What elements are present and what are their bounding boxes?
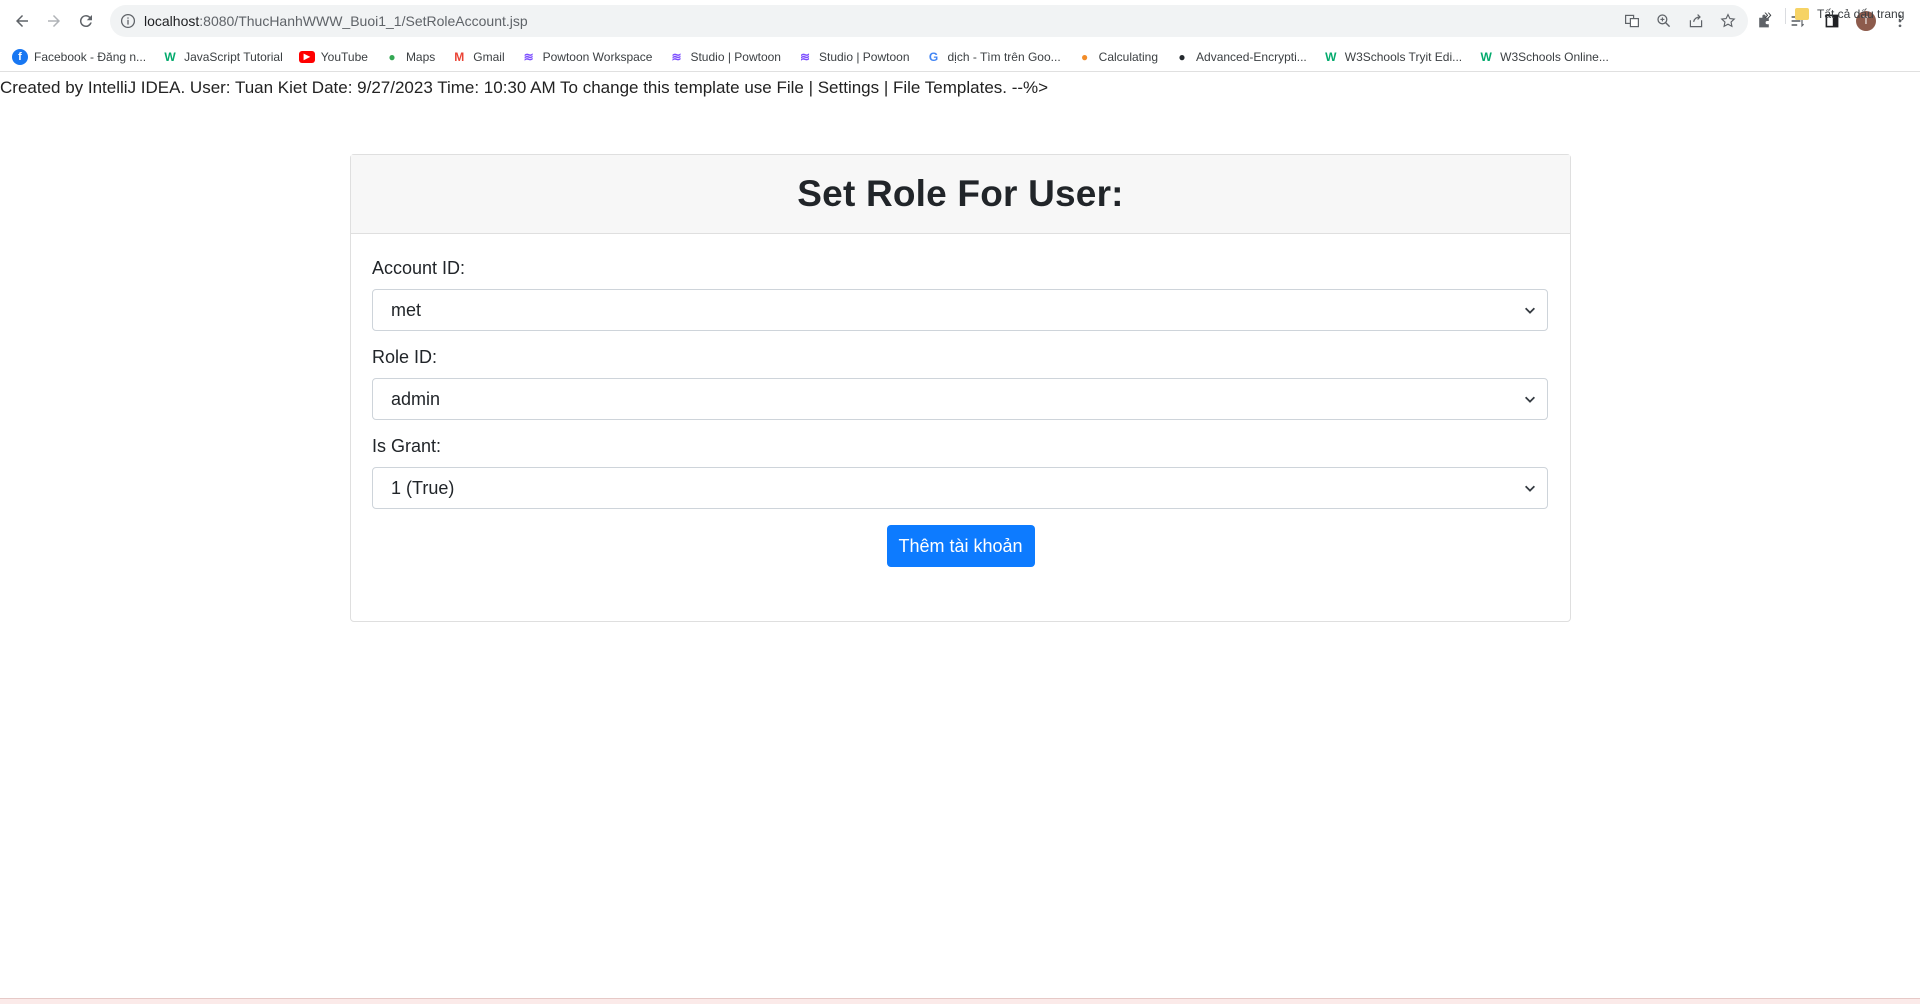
more-bookmarks-button[interactable]: » (1764, 6, 1772, 22)
card-header: Set Role For User: (351, 155, 1570, 234)
bookmark-label: Studio | Powtoon (818, 49, 910, 64)
w3schools-icon: W (1325, 49, 1337, 64)
bookmark-label: W3Schools Online... (1500, 49, 1609, 64)
account-field-group: Account ID: met (372, 258, 1549, 331)
bookmark-label: JavaScript Tutorial (184, 49, 283, 64)
forward-button[interactable] (40, 7, 68, 35)
role-field-group: Role ID: admin (372, 347, 1549, 420)
back-button[interactable] (8, 7, 36, 35)
bookmark-label: YouTube (320, 49, 368, 64)
bookmark-item[interactable]: ● Calculating (1077, 49, 1158, 65)
bookmark-label: Facebook - Đăng n... (34, 49, 147, 64)
grant-field-group: Is Grant: 1 (True) (372, 436, 1549, 509)
youtube-icon: ▶ (298, 50, 315, 63)
bookmark-item[interactable]: W W3Schools Tryit Edi... (1323, 49, 1462, 65)
pumpkin-icon: ● (1081, 49, 1089, 64)
gmail-icon: M (454, 49, 465, 64)
forward-arrow-icon (48, 15, 60, 27)
w3schools-icon: W (1480, 49, 1492, 64)
address-bar[interactable]: localhost:8080/ThucHanhWWW_Buoi1_1/SetRo… (110, 5, 1748, 37)
bookmark-item[interactable]: M Gmail (451, 49, 504, 65)
back-arrow-icon (16, 15, 28, 27)
all-bookmarks-label: Tất cả dấu trang (1817, 7, 1905, 21)
role-form: Account ID: met Role ID: admin Is Grant:… (351, 234, 1570, 567)
bookmark-label: W3Schools Tryit Edi... (1344, 49, 1463, 64)
google-icon: G (928, 49, 939, 64)
powtoon-icon: ≋ (671, 49, 682, 64)
site-info-icon[interactable] (118, 11, 138, 31)
translate-icon[interactable] (1620, 9, 1644, 33)
folder-icon (1795, 8, 1809, 20)
github-icon: ● (1178, 49, 1186, 64)
zoom-icon[interactable] (1652, 9, 1676, 33)
bookmark-label: Studio | Powtoon (690, 49, 781, 64)
account-id-value: met (391, 299, 422, 320)
bookmark-item[interactable]: ▶ YouTube (298, 49, 368, 64)
bookmark-label: Calculating (1098, 49, 1159, 64)
bookmark-item[interactable]: ≋ Studio | Powtoon (797, 49, 910, 65)
powtoon-icon: ≋ (799, 49, 811, 64)
bookmark-item[interactable]: W JavaScript Tutorial (162, 49, 283, 65)
bookmark-label: Advanced-Encrypti... (1196, 49, 1307, 64)
bottom-border (0, 998, 1920, 1004)
bookmark-star-icon[interactable] (1716, 9, 1740, 33)
chevron-down-icon (1525, 307, 1535, 314)
bookmark-label: Powtoon Workspace (542, 49, 653, 64)
bookmark-item[interactable]: f Facebook - Đăng n... (12, 48, 147, 65)
maps-icon: ● (388, 49, 396, 64)
account-id-label: Account ID: (372, 258, 466, 278)
is-grant-label: Is Grant: (372, 436, 442, 456)
reload-button[interactable] (72, 7, 100, 35)
page-title: Set Role For User: (797, 173, 1124, 214)
all-bookmarks-folder[interactable]: Tất cả dấu trang (1795, 7, 1904, 21)
bookmarks-bar: f Facebook - Đăng n... W JavaScript Tutoria… (0, 42, 1920, 72)
role-id-value: admin (391, 388, 441, 409)
is-grant-select[interactable]: 1 (True) (372, 467, 1548, 509)
browser-toolbar: localhost:8080/ThucHanhWWW_Buoi1_1/SetRo… (0, 0, 1920, 42)
bookmark-item[interactable]: ● Advanced-Encrypti... (1174, 49, 1307, 65)
bookmark-label: dịch - Tìm trên Goo... (947, 49, 1061, 64)
w3schools-icon: W (164, 49, 176, 64)
jsp-comment-text: Created by IntelliJ IDEA. User: Tuan Kie… (0, 78, 1049, 97)
bookmark-label: Maps (405, 49, 436, 64)
reload-icon (79, 15, 92, 28)
bookmark-item[interactable]: ● Maps (384, 49, 435, 65)
powtoon-icon: ≋ (523, 49, 534, 64)
role-id-label: Role ID: (372, 347, 438, 367)
facebook-icon: f (12, 48, 28, 65)
button-row: Thêm tài khoản (372, 525, 1549, 567)
bookmark-item[interactable]: ≋ Powtoon Workspace (521, 49, 653, 65)
chevron-down-icon (1525, 485, 1535, 492)
bookmark-label: Gmail (473, 49, 505, 64)
bookmark-item[interactable]: ≋ Studio | Powtoon (668, 49, 781, 65)
bookmark-item[interactable]: W W3Schools Online... (1478, 49, 1609, 65)
account-id-select[interactable]: met (372, 289, 1548, 331)
is-grant-value: 1 (True) (391, 477, 455, 498)
chevron-down-icon (1525, 396, 1535, 403)
role-id-select[interactable]: admin (372, 378, 1548, 420)
set-role-card: Set Role For User: Account ID: met Role … (350, 154, 1571, 622)
bookmarks-divider (1785, 8, 1786, 24)
share-icon[interactable] (1684, 9, 1708, 33)
add-account-button[interactable]: Thêm tài khoản (886, 525, 1035, 567)
bookmark-item[interactable]: Gdịch - Tìm trên Goo... (926, 49, 1061, 65)
url-text: localhost:8080/ThucHanhWWW_Buoi1_1/SetRo… (144, 13, 528, 29)
